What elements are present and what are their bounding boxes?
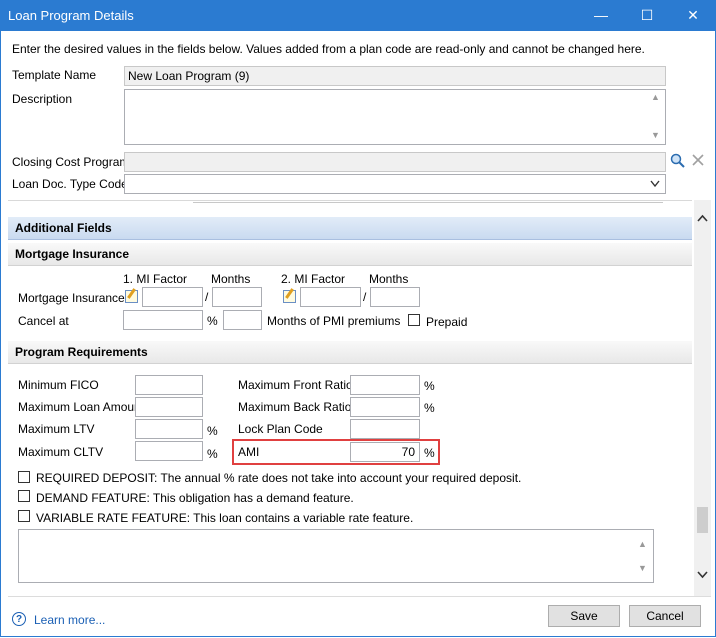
edit-mi-factor-2-icon[interactable] xyxy=(283,290,296,303)
program-requirements-header: Program Requirements xyxy=(8,341,692,364)
cancel-at-months-input[interactable] xyxy=(223,310,262,330)
lock-plan-code-label: Lock Plan Code xyxy=(238,422,323,436)
months-2-header: Months xyxy=(369,272,409,286)
ami-percent: % xyxy=(424,446,435,460)
ami-input[interactable]: 70 xyxy=(350,442,420,462)
maximum-back-ratio-input[interactable] xyxy=(350,397,420,417)
slash-1: / xyxy=(205,290,209,304)
scroll-thumb[interactable] xyxy=(697,507,708,533)
maximum-ltv-label: Maximum LTV xyxy=(18,422,95,436)
maximum-cltv-percent: % xyxy=(207,447,218,461)
maximum-front-ratio-input[interactable] xyxy=(350,375,420,395)
mi-months-2-input[interactable] xyxy=(370,287,420,307)
mi-factor-1-header: 1. MI Factor xyxy=(123,272,188,286)
additional-fields-title: Additional Fields xyxy=(15,221,112,235)
required-deposit-label: REQUIRED DEPOSIT: The annual % rate does… xyxy=(36,471,522,485)
program-requirements-title: Program Requirements xyxy=(15,345,148,359)
template-name-label: Template Name xyxy=(12,68,97,82)
loan-doc-type-code-select[interactable] xyxy=(124,174,666,194)
mi-months-1-input[interactable] xyxy=(212,287,262,307)
prepaid-label: Prepaid xyxy=(426,315,468,329)
minimum-fico-label: Minimum FICO xyxy=(18,378,99,392)
maximum-ltv-input[interactable] xyxy=(135,419,203,439)
mi-factor-2-input[interactable] xyxy=(300,287,361,307)
description-scroll-down-icon[interactable]: ▼ xyxy=(651,130,660,140)
mi-factor-2-header: 2. MI Factor xyxy=(281,272,346,286)
maximum-front-ratio-percent: % xyxy=(424,379,435,393)
lock-plan-code-input[interactable] xyxy=(350,419,420,439)
maximum-front-ratio-label: Maximum Front Ratio xyxy=(238,378,353,392)
loan-doc-type-code-label: Loan Doc. Type Code xyxy=(12,177,128,191)
notes-scroll-up-icon[interactable]: ▲ xyxy=(638,539,647,549)
window-title: Loan Program Details xyxy=(8,8,134,23)
description-label: Description xyxy=(12,92,73,106)
cancel-at-percent: % xyxy=(207,314,218,328)
notes-textarea[interactable] xyxy=(18,529,654,583)
chevron-down-icon xyxy=(650,180,660,188)
cancel-at-input[interactable] xyxy=(123,310,203,330)
maximize-button[interactable]: ☐ xyxy=(624,0,670,31)
maximum-back-ratio-percent: % xyxy=(424,401,435,415)
minimize-button[interactable]: — xyxy=(578,0,624,31)
prepaid-checkbox[interactable] xyxy=(408,314,420,326)
cancel-at-label: Cancel at xyxy=(18,314,69,328)
template-name-field[interactable]: New Loan Program (9) xyxy=(124,66,666,86)
months-pmi-label: Months of PMI premiums xyxy=(267,314,401,328)
maximum-cltv-input[interactable] xyxy=(135,441,203,461)
maximum-back-ratio-label: Maximum Back Ratio xyxy=(238,400,352,414)
description-scroll-up-icon[interactable]: ▲ xyxy=(651,92,660,102)
partial-field-edge xyxy=(193,201,663,203)
slash-2: / xyxy=(363,290,367,304)
variable-rate-checkbox[interactable] xyxy=(18,510,30,522)
variable-rate-label: VARIABLE RATE FEATURE: This loan contain… xyxy=(36,511,414,525)
closing-cost-program-field[interactable] xyxy=(124,152,666,172)
maximum-loan-amount-input[interactable] xyxy=(135,397,203,417)
mortgage-insurance-title: Mortgage Insurance xyxy=(15,247,130,261)
mortgage-insurance-label: Mortgage Insurance xyxy=(18,291,125,305)
learn-more-link[interactable]: Learn more... xyxy=(34,613,105,627)
months-1-header: Months xyxy=(211,272,251,286)
edit-mi-factor-1-icon[interactable] xyxy=(125,290,138,303)
mortgage-insurance-header: Mortgage Insurance xyxy=(8,243,692,266)
footer-divider xyxy=(8,596,711,597)
ami-label: AMI xyxy=(238,445,260,459)
closing-cost-program-label: Closing Cost Program xyxy=(12,155,130,169)
demand-feature-label: DEMAND FEATURE: This obligation has a de… xyxy=(36,491,354,505)
clear-icon[interactable] xyxy=(691,153,705,167)
additional-fields-header[interactable]: Additional Fields xyxy=(8,217,692,240)
demand-feature-checkbox[interactable] xyxy=(18,490,30,502)
maximum-loan-amount-label: Maximum Loan Amount xyxy=(18,400,145,414)
scroll-up-icon[interactable] xyxy=(697,214,708,222)
close-button[interactable]: ✕ xyxy=(670,0,716,31)
save-button[interactable]: Save xyxy=(548,605,620,627)
notes-scroll-down-icon[interactable]: ▼ xyxy=(638,563,647,573)
scroll-down-icon[interactable] xyxy=(697,571,708,579)
description-textarea[interactable] xyxy=(124,89,666,145)
maximum-cltv-label: Maximum CLTV xyxy=(18,445,104,459)
maximum-ltv-percent: % xyxy=(207,424,218,438)
required-deposit-checkbox[interactable] xyxy=(18,471,30,483)
help-icon[interactable]: ? xyxy=(12,612,26,626)
minimum-fico-input[interactable] xyxy=(135,375,203,395)
search-icon[interactable] xyxy=(670,153,686,169)
title-bar: Loan Program Details — ☐ ✕ xyxy=(0,0,716,31)
cancel-button[interactable]: Cancel xyxy=(629,605,701,627)
mi-factor-1-input[interactable] xyxy=(142,287,203,307)
vertical-scrollbar[interactable] xyxy=(694,200,711,596)
instructions-text: Enter the desired values in the fields b… xyxy=(12,42,645,56)
